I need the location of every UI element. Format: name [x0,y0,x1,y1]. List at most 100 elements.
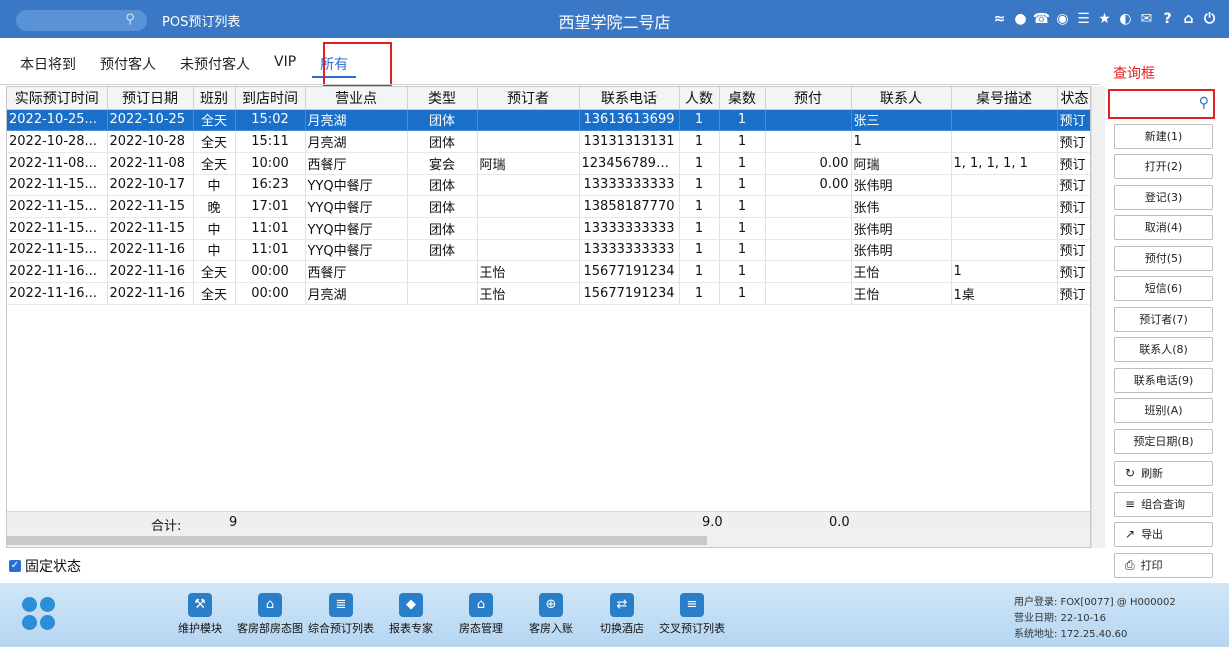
chat-icon[interactable]: ● [1011,8,1030,30]
column-header[interactable]: 到店时间 [235,87,306,110]
table-row[interactable]: 2022-11-15... 2022-11-15 中 11:01 YYQ中餐厅 团体 133… [7,217,1090,240]
table-cell [951,195,1058,218]
taskbar: ⚒ 维护模块 ⌂ 客房部房态图 ≣ 综合预订列表 ◆ 报表专家 ⌂ 房态管理 ⊕ 客房入账 ⇄ 切换酒店 ≡… [0,583,1229,647]
column-header[interactable]: 桌数 [719,87,766,110]
action-button[interactable]: 新建(1) [1114,124,1213,149]
action-button[interactable]: 预付(5) [1114,246,1213,271]
tab-vip[interactable]: VIP [262,42,308,82]
action-button[interactable]: 取消(4) [1114,215,1213,240]
vertical-scrollbar[interactable] [1091,86,1105,548]
star-icon[interactable]: ★ [1095,8,1114,30]
taskbar-item[interactable]: ⚒ 维护模块 [160,593,240,636]
table-cell: 全天 [193,152,236,175]
table-cell: YYQ中餐厅 [305,217,408,240]
column-header[interactable]: 预订者 [477,87,580,110]
tab-prepaid[interactable]: 预付客人 [88,42,168,82]
column-header[interactable]: 实际预订时间 [7,87,108,110]
taskbar-item[interactable]: ⇄ 切换酒店 [582,593,662,636]
column-header[interactable]: 类型 [407,87,478,110]
empty-cell [1057,413,1090,435]
fixed-state-checkbox[interactable]: ✓ 固定状态 [9,556,81,576]
mail-icon[interactable]: ✉ [1137,8,1156,30]
global-search-input[interactable]: ⚲ [16,10,147,31]
wrench-icon: ⚒ [188,593,212,617]
column-header[interactable]: 班别 [193,87,236,110]
search-icon[interactable]: ⚲ [122,12,138,28]
table-row[interactable]: 2022-11-15... 2022-11-15 晚 17:01 YYQ中餐厅 团体 138… [7,195,1090,218]
action-button[interactable]: ⎙ 打印 [1114,553,1213,578]
table-cell: 1 [719,109,766,132]
tab-unpaid[interactable]: 未预付客人 [168,42,262,82]
empty-cell [579,413,679,435]
help-icon[interactable]: ? [1158,8,1177,30]
menu-icon[interactable]: ☰ [1074,8,1093,30]
home-icon[interactable]: ⌂ [1179,8,1198,30]
action-button[interactable]: ↗ 导出 [1114,522,1213,547]
taskbar-item[interactable]: ◆ 报表专家 [371,593,451,636]
empty-cell [719,478,765,500]
empty-cell [765,478,851,500]
action-button[interactable]: ≡ 组合查询 [1114,492,1213,517]
column-header[interactable]: 预订日期 [107,87,194,110]
empty-cell [951,391,1057,413]
table-cell: 2022-11-15 [107,217,194,240]
palette-icon[interactable]: ◉ [1053,8,1072,30]
power-icon[interactable]: ⏻ [1200,8,1219,30]
empty-cell [235,413,305,435]
business-date: 营业日期: 22-10-16 [1014,613,1106,624]
search-icon[interactable]: ⚲ [1199,95,1209,111]
totals-row: 合计: 9 9.0 0.0 [7,511,1090,534]
column-header[interactable]: 人数 [679,87,720,110]
column-header[interactable]: 联系人 [851,87,952,110]
table-cell: 2022-10-17 [107,174,194,197]
taskbar-item[interactable]: ≣ 综合预订列表 [301,593,381,636]
column-header[interactable]: 状态 [1057,87,1090,110]
table-cell: 11:01 [235,217,306,240]
wifi-icon[interactable]: ≈ [990,8,1009,30]
table-row[interactable]: 2022-11-15... 2022-11-16 中 11:01 YYQ中餐厅 团体 133… [7,239,1090,262]
table-row[interactable]: 2022-10-25... 2022-10-25 全天 15:02 月亮湖 团体 13613… [7,109,1090,132]
checkbox-checked-icon[interactable]: ✓ [9,560,21,572]
table-cell: 1 [719,174,766,197]
table-cell: 123456789010 [579,152,680,175]
column-header[interactable]: 营业点 [305,87,408,110]
horizontal-scrollbar[interactable] [7,533,1090,547]
column-header[interactable]: 预付 [765,87,852,110]
taskbar-item[interactable]: ⌂ 客房部房态图 [230,593,310,636]
action-button[interactable]: 预订者(7) [1114,307,1213,332]
table-row[interactable]: 2022-11-15... 2022-10-17 中 16:23 YYQ中餐厅 团体 133… [7,174,1090,197]
empty-cell [851,391,951,413]
action-button[interactable]: 短信(6) [1114,276,1213,301]
contrast-icon[interactable]: ◐ [1116,8,1135,30]
action-button-label: 班别(A) [1144,404,1183,417]
action-button[interactable]: 班别(A) [1114,398,1213,423]
tab-today-arrivals[interactable]: 本日将到 [8,42,88,82]
action-button[interactable]: ↻ 刷新 [1114,461,1213,486]
table-cell: 1 [719,239,766,262]
empty-cell [107,478,193,500]
table-row[interactable]: 2022-11-16... 2022-11-16 全天 00:00 西餐厅 王怡 15677… [7,260,1090,283]
taskbar-item[interactable]: ⌂ 房态管理 [441,593,521,636]
action-button[interactable]: 联系人(8) [1114,337,1213,362]
empty-cell [765,413,851,435]
empty-cell [579,348,679,370]
taskbar-item[interactable]: ≡ 交叉预订列表 [652,593,732,636]
table-cell: 15677191234 [579,260,680,283]
table-row[interactable]: 2022-11-16... 2022-11-16 全天 00:00 月亮湖 王怡 15677… [7,282,1090,305]
scrollbar-thumb[interactable] [7,536,707,545]
taskbar-item[interactable]: ⊕ 客房入账 [511,593,591,636]
column-header[interactable]: 联系电话 [579,87,680,110]
table-cell: 预订 [1057,152,1090,175]
action-button[interactable]: 打开(2) [1114,154,1213,179]
action-button[interactable]: 联系电话(9) [1114,368,1213,393]
action-button[interactable]: 预定日期(B) [1114,429,1213,454]
empty-row [7,369,1090,391]
phone-icon[interactable]: ☎ [1032,8,1051,30]
query-input[interactable] [1113,94,1197,114]
action-button[interactable]: 登记(3) [1114,185,1213,210]
column-header[interactable]: 桌号描述 [951,87,1058,110]
table-row[interactable]: 2022-10-28... 2022-10-28 全天 15:11 月亮湖 团体 13131… [7,130,1090,153]
empty-cell [305,369,407,391]
table-cell: 团体 [407,195,478,218]
table-row[interactable]: 2022-11-08... 2022-11-08 全天 10:00 西餐厅 宴会 阿瑞 123… [7,152,1090,175]
